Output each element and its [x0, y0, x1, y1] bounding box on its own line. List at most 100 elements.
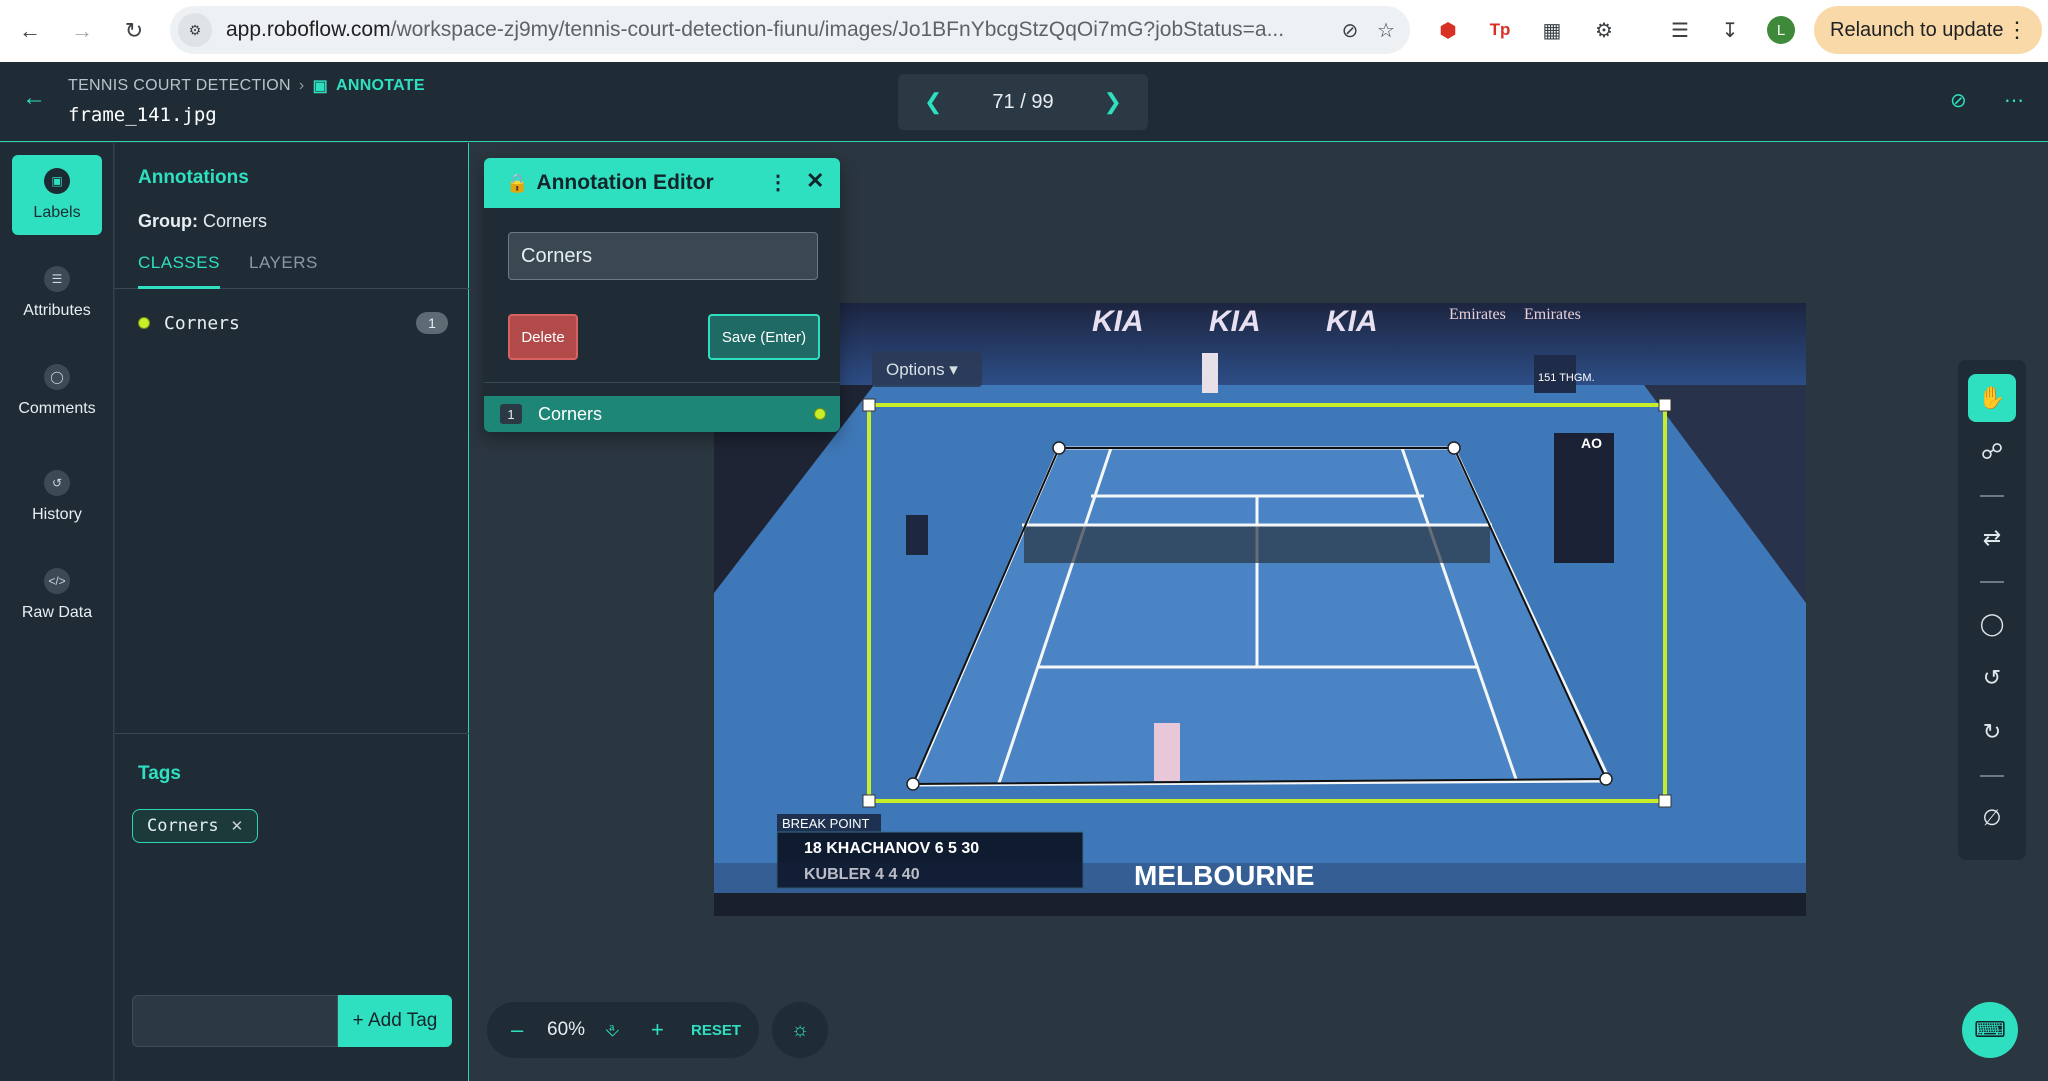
class-input[interactable]: Corners — [508, 232, 818, 280]
player-far — [1202, 353, 1218, 393]
pan-hand-icon[interactable]: ✋ — [1968, 374, 2016, 422]
rail-history[interactable]: ↺ History — [12, 457, 102, 537]
delete-button[interactable]: Delete — [508, 314, 578, 360]
keyboard-icon[interactable]: ⌨ — [1962, 1002, 2018, 1058]
panel-divider — [115, 733, 469, 734]
keypoint-tool-icon[interactable]: ☍ — [1968, 428, 2016, 476]
labels-icon: ▣ — [44, 168, 70, 194]
app-header: ← TENNIS COURT DETECTION › ▣ ANNOTATE fr… — [0, 62, 2048, 142]
editor-annotation-row[interactable]: 1 Corners — [484, 396, 840, 432]
reload-icon[interactable]: ↻ — [112, 9, 156, 53]
lock-icon[interactable]: 🔒 — [506, 173, 528, 194]
add-tag-button[interactable]: + Add Tag — [338, 995, 452, 1047]
tag-chip[interactable]: Corners ✕ — [132, 809, 259, 843]
qr-extension-icon[interactable]: ▦ — [1534, 12, 1570, 48]
rail-comments[interactable]: ◯ Comments — [12, 351, 102, 431]
relaunch-label: Relaunch to update — [1830, 18, 2004, 41]
annotate-icon: ▣ — [312, 78, 328, 95]
banner-text: MELBOURNE — [1134, 860, 1314, 891]
player-near — [1154, 723, 1180, 781]
editor-title: Annotation Editor — [536, 171, 714, 194]
remove-tag-icon[interactable]: ✕ — [231, 817, 244, 835]
options-label: Options ▾ — [886, 360, 958, 379]
back-arrow-icon[interactable]: ← — [22, 84, 46, 112]
class-count-badge: 1 — [416, 312, 448, 334]
image-pager: ❮ 71 / 99 ❯ — [898, 74, 1148, 130]
download-icon[interactable]: ↧ — [1712, 12, 1748, 48]
tags-title: Tags — [138, 763, 181, 784]
puzzle-icon[interactable]: ⚙ — [1586, 12, 1622, 48]
zoom-reset-button[interactable]: RESET — [691, 1022, 741, 1039]
scoreboard-p1: 18 KHACHANOV 6 5 30 — [804, 840, 979, 857]
file-name: frame_141.jpg — [68, 104, 217, 126]
zoom-in-button[interactable]: + — [651, 1017, 664, 1043]
tab-classes[interactable]: CLASSES — [138, 253, 220, 289]
tag-input[interactable] — [132, 995, 338, 1047]
sponsor-kia-1: KIA — [1092, 305, 1144, 338]
address-bar[interactable]: ⚙ app.roboflow.com/workspace-zj9my/tenni… — [170, 6, 1410, 54]
hide-annotations-icon[interactable]: ⊘ — [1950, 88, 1967, 113]
annotation-color-dot — [814, 408, 826, 420]
class-name: Corners — [164, 312, 240, 334]
net — [1024, 525, 1490, 563]
back-icon[interactable]: ← — [8, 9, 52, 53]
url-text[interactable]: app.roboflow.com/workspace-zj9my/tennis-… — [226, 18, 1306, 42]
rail-label: Raw Data — [21, 604, 93, 621]
group-label: Group: — [138, 211, 198, 231]
brightness-icon[interactable]: ☼ — [772, 1002, 828, 1058]
redo-icon[interactable]: ↻ — [1968, 708, 2016, 756]
star-icon[interactable]: ☆ — [1368, 12, 1404, 48]
rail-attributes[interactable]: ☰ Attributes — [12, 253, 102, 333]
browser-toolbar: ← → ↻ ⚙ app.roboflow.com/workspace-zj9my… — [0, 0, 2048, 62]
undo-icon[interactable]: ↺ — [1968, 654, 2016, 702]
scoreboard-title: BREAK POINT — [782, 816, 869, 831]
tab-layers[interactable]: LAYERS — [249, 253, 318, 289]
tp-extension-icon[interactable]: Tp — [1482, 12, 1518, 48]
null-icon[interactable]: ∅ — [1968, 794, 2016, 842]
more-options-icon[interactable]: ⋯ — [2004, 88, 2024, 113]
sponsor-emirates-2: Emirates — [1524, 306, 1581, 323]
ao-label: AO — [1581, 435, 1602, 451]
media-icon[interactable]: ☰ — [1662, 12, 1698, 48]
breadcrumb: TENNIS COURT DETECTION › ▣ ANNOTATE — [68, 76, 425, 96]
rail-label: Attributes — [23, 302, 91, 319]
rail-raw-data[interactable]: </> Raw Data — [12, 555, 102, 635]
kebab-icon[interactable]: ⋮ — [2006, 17, 2028, 43]
prev-image-icon[interactable]: ❮ — [924, 89, 942, 115]
panel-title: Annotations — [138, 167, 249, 188]
group-line: Group: Corners — [138, 211, 267, 232]
annotations-panel: Annotations Group: Corners CLASSES LAYER… — [115, 143, 469, 1081]
editor-divider — [484, 382, 840, 383]
tag-label: Corners — [147, 816, 219, 836]
zoom-out-button[interactable]: – — [511, 1017, 523, 1043]
list-icon: ☰ — [44, 266, 70, 292]
repeat-icon[interactable]: ⇄ — [1968, 514, 2016, 562]
tool-palette: ✋ ☍ ⇄ ◯ ↺ ↻ ∅ — [1958, 360, 2026, 860]
zoom-percent: 60% — [547, 1019, 586, 1040]
save-button[interactable]: Save (Enter) — [708, 314, 820, 360]
editor-more-icon[interactable]: ⋮ — [768, 170, 788, 195]
profile-avatar[interactable]: L — [1767, 16, 1795, 44]
annotation-editor: 🔒 Annotation Editor ⋮ ✕ Corners Delete S… — [484, 158, 840, 432]
next-image-icon[interactable]: ❯ — [1104, 89, 1122, 115]
history-icon: ↺ — [44, 470, 70, 496]
rail-label: History — [32, 506, 82, 523]
rail-labels[interactable]: ▣ Labels — [12, 155, 102, 235]
class-row[interactable]: Corners 1 — [138, 309, 448, 337]
class-color-dot — [138, 317, 150, 329]
close-icon[interactable]: ✕ — [806, 168, 824, 194]
forward-icon[interactable]: → — [60, 9, 104, 53]
group-value: Corners — [203, 211, 268, 231]
site-info-icon[interactable]: ⚙ — [178, 13, 212, 47]
breadcrumb-mode: ANNOTATE — [335, 77, 425, 94]
zoom-controls: – 60% ⎀ + RESET — [487, 1002, 759, 1058]
adblock-extension-icon[interactable]: ⬢ — [1430, 12, 1466, 48]
board-text: 151 THGM. — [1538, 372, 1595, 384]
zoom-lock-icon[interactable]: ⎀ — [605, 1020, 619, 1041]
comment-tool-icon[interactable]: ◯ — [1968, 600, 2016, 648]
eye-slash-icon[interactable]: ⊘ — [1332, 12, 1368, 48]
relaunch-button[interactable]: Relaunch to update ⋮ — [1814, 6, 2042, 54]
annotated-image[interactable]: KIA KIA KIA Emirates Emirates 151 THGM. … — [714, 303, 1806, 916]
breadcrumb-project[interactable]: TENNIS COURT DETECTION — [68, 77, 291, 95]
annotation-class-name: Corners — [538, 403, 603, 424]
